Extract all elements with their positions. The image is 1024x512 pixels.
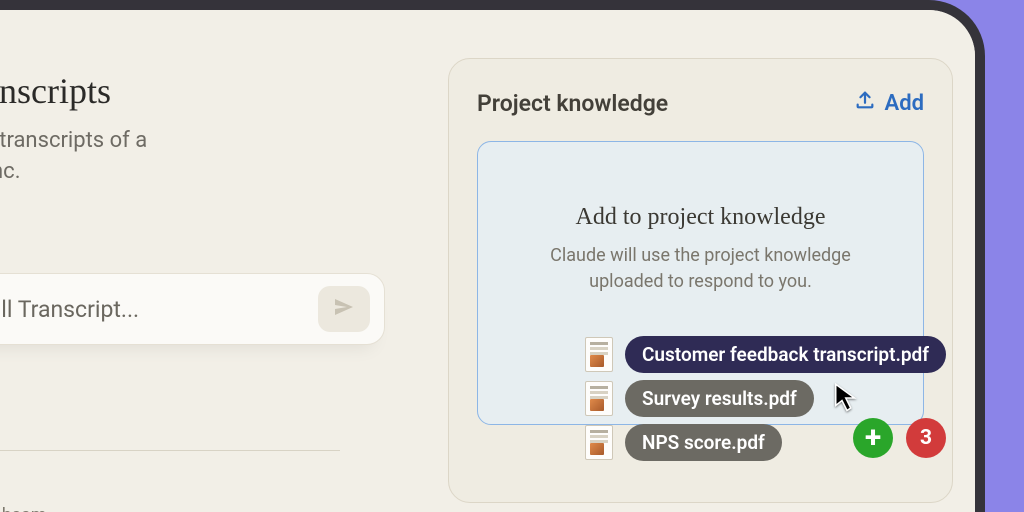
project-header: er Call Transcripts ontains the call tra… bbox=[0, 70, 385, 242]
upload-icon bbox=[854, 89, 876, 117]
drop-allowed-badge: + bbox=[853, 418, 893, 458]
send-icon bbox=[332, 295, 356, 323]
file-chip: Customer feedback transcript.pdf bbox=[625, 336, 946, 373]
file-chip: NPS score.pdf bbox=[625, 424, 782, 461]
file-icon bbox=[585, 337, 613, 372]
file-icon bbox=[585, 381, 613, 416]
dropzone-title: Add to project knowledge bbox=[478, 204, 923, 231]
panel-header: Project knowledge Add bbox=[477, 89, 924, 117]
add-label: Add bbox=[885, 91, 924, 116]
project-desc-line1: ontains the call transcripts of a bbox=[0, 128, 147, 153]
conversation-name[interactable]: Ahsam bbox=[0, 505, 47, 512]
compose-input[interactable]: Customer Call Transcript... bbox=[0, 296, 308, 323]
project-title: er Call Transcripts bbox=[0, 70, 385, 112]
drag-file-row: Customer feedback transcript.pdf bbox=[585, 336, 946, 373]
file-chip: Survey results.pdf bbox=[625, 380, 814, 417]
cursor-icon bbox=[834, 383, 860, 417]
dropzone-description: Claude will use the project knowledge up… bbox=[478, 243, 923, 295]
drag-file-row: Survey results.pdf bbox=[585, 380, 946, 417]
add-knowledge-button[interactable]: Add bbox=[854, 89, 924, 117]
project-desc-line2: stomer, Acme Inc. bbox=[0, 159, 21, 184]
compose-box[interactable]: Customer Call Transcript... bbox=[0, 273, 385, 345]
divider bbox=[0, 450, 340, 451]
project-description: ontains the call transcripts of a stomer… bbox=[0, 126, 385, 188]
panel-title: Project knowledge bbox=[477, 90, 668, 117]
file-icon bbox=[585, 425, 613, 460]
drag-count-badge: 3 bbox=[906, 418, 946, 458]
send-button[interactable] bbox=[318, 286, 370, 332]
